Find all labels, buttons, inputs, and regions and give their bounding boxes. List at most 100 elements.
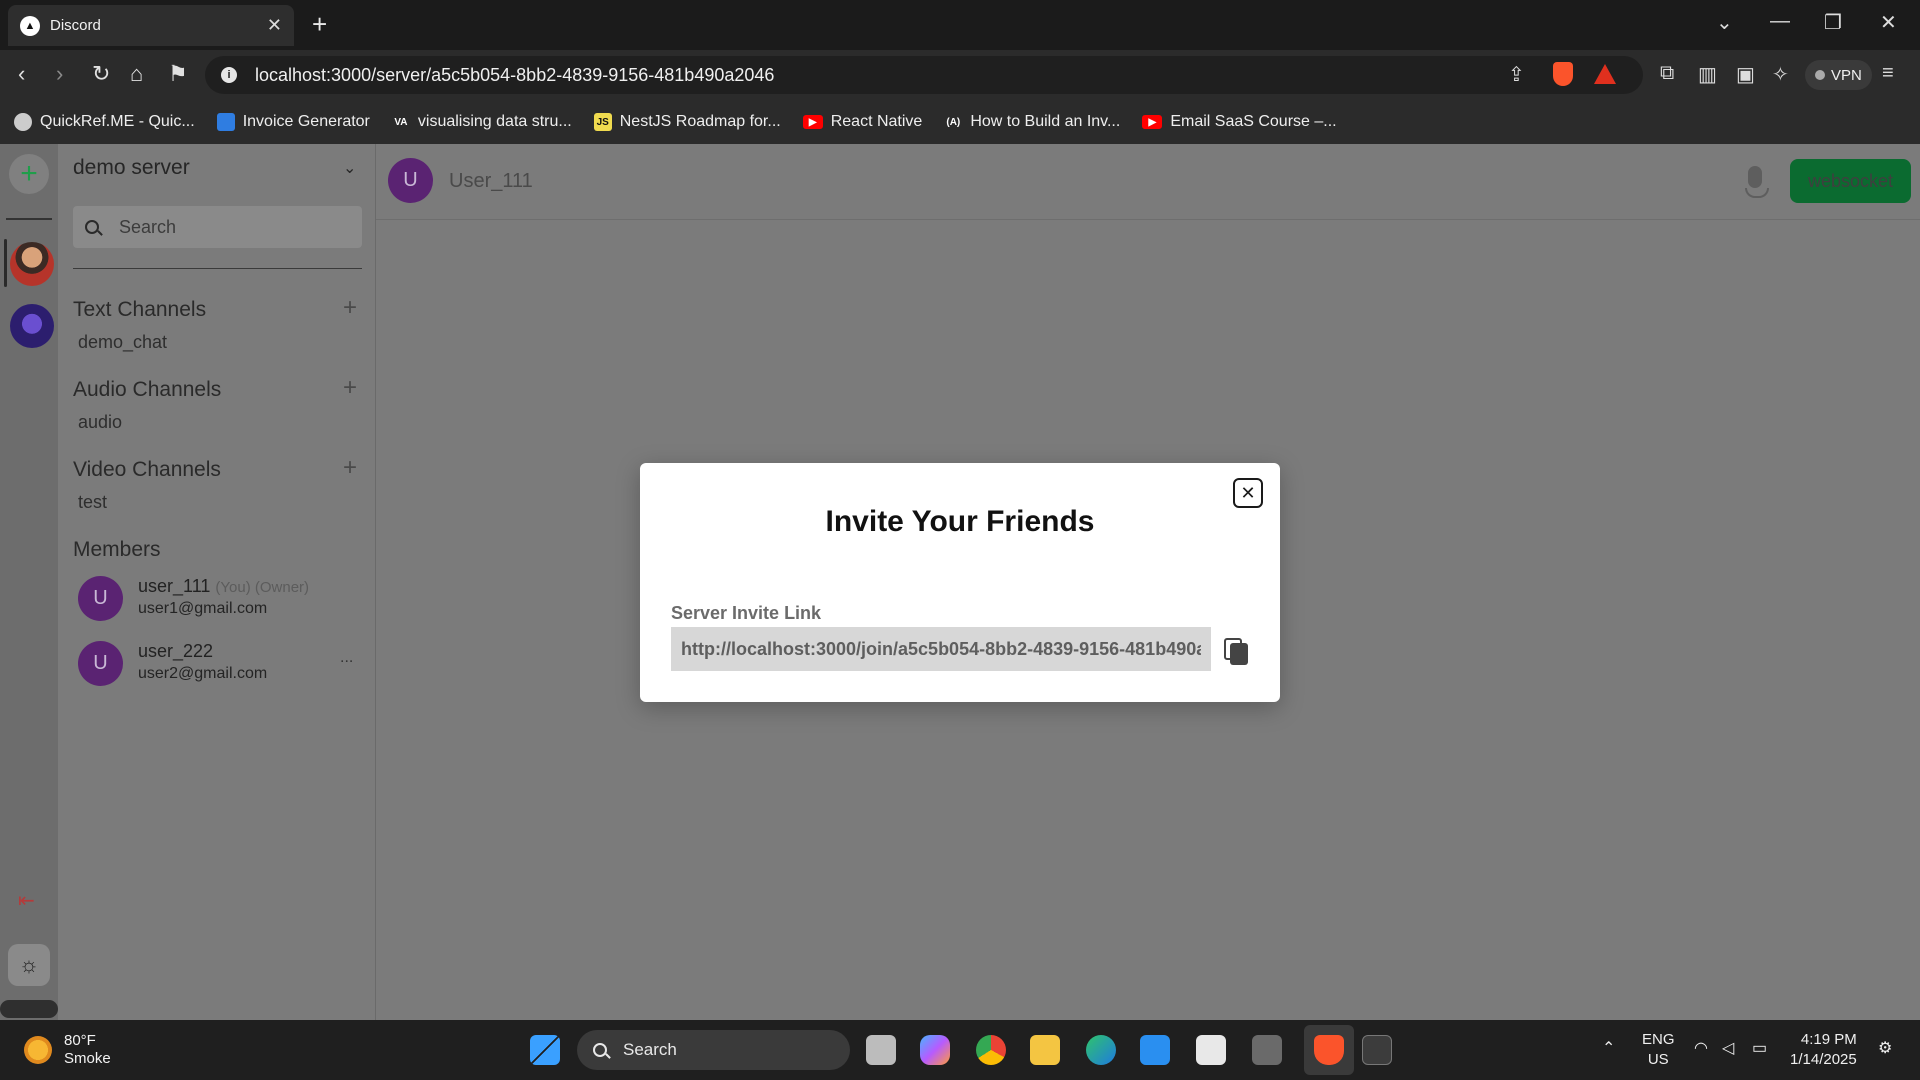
taskbar-search[interactable]: Search	[577, 1030, 850, 1070]
channel-item[interactable]: demo_chat	[78, 332, 167, 353]
wallet-icon[interactable]: ▣	[1736, 62, 1755, 87]
invite-link-field[interactable]	[671, 627, 1211, 671]
extensions-icon[interactable]: ⧉	[1660, 62, 1674, 85]
bookmark-label: visualising data stru...	[417, 113, 572, 130]
bookmark-item[interactable]: ▶ Email SaaS Course –...	[1142, 113, 1337, 131]
members-heading: Members	[73, 538, 161, 561]
search-placeholder: Search	[119, 216, 177, 237]
browser-tab[interactable]: ▲ Discord ✕	[8, 5, 294, 46]
channel-item[interactable]: audio	[78, 412, 122, 433]
theme-toggle-sun-icon[interactable]: ☼	[8, 944, 50, 986]
site-info-icon[interactable]: i	[221, 67, 237, 83]
time: 4:19 PM	[1800, 1031, 1857, 1048]
youtube-icon: ▶	[802, 115, 823, 129]
microphone-icon[interactable]	[1745, 166, 1769, 198]
edge-icon[interactable]	[1086, 1035, 1116, 1065]
new-tab-button[interactable]: +	[312, 10, 327, 38]
server-name[interactable]: demo server	[73, 156, 190, 180]
add-video-channel-icon[interactable]: +	[343, 454, 357, 482]
sidebar-toggle-icon[interactable]: ▥	[1698, 62, 1717, 87]
bookmark-item[interactable]: QuickRef.ME - Quic...	[14, 113, 195, 131]
member-item[interactable]: U user_222 user2@gmail.com ...	[78, 639, 368, 689]
bookmark-item[interactable]: ▶ React Native	[802, 113, 923, 131]
calculator-icon[interactable]	[1252, 1035, 1282, 1065]
minimize-button[interactable]: —	[1770, 10, 1790, 33]
tray-chevron-up-icon[interactable]: ⌃	[1602, 1038, 1615, 1058]
logout-icon[interactable]: ⇤	[18, 888, 35, 913]
weather-widget[interactable]: 80°F Smoke	[64, 1032, 111, 1068]
bookmark-item[interactable]: (A) How to Build an Inv...	[944, 113, 1120, 131]
copy-icon[interactable]	[1224, 638, 1250, 666]
js-icon: JS	[593, 113, 612, 131]
forward-arrow-icon[interactable]: ›	[56, 62, 63, 86]
menu-icon[interactable]: ≡	[1882, 62, 1894, 85]
channel-item[interactable]: test	[78, 492, 107, 513]
reload-icon[interactable]: ↻	[92, 62, 110, 86]
close-icon[interactable]: ✕	[1233, 478, 1263, 508]
modal-title: Invite Your Friends	[825, 505, 1095, 538]
websocket-status-button[interactable]: websocket	[1790, 159, 1911, 203]
windows-start-icon[interactable]	[530, 1035, 560, 1065]
task-view-icon[interactable]	[866, 1035, 896, 1065]
bookmark-item[interactable]: JS NestJS Roadmap for...	[593, 113, 781, 131]
battery-icon[interactable]: ▭	[1752, 1038, 1767, 1058]
chat-user-name: User_111	[449, 170, 533, 192]
a-icon: (A)	[946, 116, 961, 128]
add-audio-channel-icon[interactable]: +	[343, 374, 357, 402]
add-text-channel-icon[interactable]: +	[343, 294, 357, 322]
invite-modal: ✕ Invite Your Friends Server Invite Link	[640, 463, 1280, 702]
tab-list-chevron-icon[interactable]: ⌄	[1716, 10, 1733, 35]
share-icon[interactable]: ⇪	[1508, 62, 1525, 87]
copilot-icon[interactable]	[920, 1035, 950, 1065]
bookmark-label: How to Build an Inv...	[970, 113, 1121, 130]
language: ENG	[1642, 1031, 1675, 1048]
restore-button[interactable]: ❐	[1824, 10, 1842, 35]
server-avatar-demo[interactable]	[10, 242, 54, 286]
window-close-button[interactable]: ✕	[1880, 10, 1897, 35]
more-options-icon[interactable]: ...	[340, 649, 353, 667]
windows-taskbar: 80°F Smoke Search ⌃ ENG US ◠ ◁ ▭ 4:19 PM…	[0, 1020, 1920, 1080]
bookmark-item[interactable]: Invoice Generator	[216, 113, 370, 131]
leo-ai-icon[interactable]: ✧	[1772, 62, 1789, 87]
wifi-icon[interactable]: ◠	[1694, 1038, 1708, 1058]
bookmark-item[interactable]: VA visualising data stru...	[392, 113, 572, 131]
server-avatar-other[interactable]	[10, 304, 54, 348]
volume-icon[interactable]: ◁	[1722, 1038, 1734, 1058]
add-server-button[interactable]: +	[9, 154, 49, 194]
clock[interactable]: 4:19 PM 1/14/2025	[1790, 1030, 1857, 1070]
url-text: localhost:3000/server/a5c5b054-8bb2-4839…	[255, 64, 775, 85]
file-explorer-icon[interactable]	[1030, 1035, 1060, 1065]
notifications-icon[interactable]: ⚙	[1878, 1038, 1892, 1058]
brave-shields-icon[interactable]	[1553, 62, 1573, 86]
chrome-icon[interactable]	[976, 1035, 1006, 1065]
bookmark-label: QuickRef.ME - Quic...	[40, 113, 195, 130]
store-icon[interactable]	[1196, 1035, 1226, 1065]
chevron-down-icon[interactable]: ⌄	[343, 158, 356, 178]
vpn-button[interactable]: VPN	[1805, 60, 1872, 90]
taskbar-search-label: Search	[623, 1040, 677, 1059]
vscode-icon[interactable]	[1140, 1035, 1170, 1065]
active-server-indicator	[4, 239, 7, 287]
chat-header: U User_111 websocket	[376, 144, 1920, 220]
bookmark-label: React Native	[830, 113, 923, 130]
weather-icon[interactable]	[24, 1036, 52, 1064]
back-arrow-icon[interactable]: ‹	[18, 62, 25, 86]
tab-close-icon[interactable]: ✕	[267, 15, 282, 36]
rail-divider	[6, 218, 52, 220]
search-input[interactable]: Search	[73, 206, 362, 248]
temperature: 80°F	[64, 1032, 96, 1049]
language-indicator[interactable]: ENG US	[1642, 1030, 1675, 1070]
brave-icon[interactable]	[1314, 1035, 1344, 1065]
bookmark-icon[interactable]: ⚑	[168, 62, 188, 86]
terminal-icon[interactable]	[1362, 1035, 1392, 1065]
search-icon	[85, 220, 99, 234]
member-item[interactable]: U user_111 (You) (Owner) user1@gmail.com	[78, 574, 368, 624]
member-name: user_111	[138, 576, 211, 596]
home-icon[interactable]: ⌂	[130, 62, 143, 86]
member-name: user_222	[138, 641, 214, 661]
vpn-status-dot	[1815, 70, 1825, 80]
bookmark-label: Email SaaS Course –...	[1170, 113, 1337, 130]
rail-scrollbar[interactable]	[0, 1000, 58, 1018]
brave-rewards-icon[interactable]	[1594, 64, 1616, 84]
url-bar[interactable]: i localhost:3000/server/a5c5b054-8bb2-48…	[205, 56, 1643, 94]
